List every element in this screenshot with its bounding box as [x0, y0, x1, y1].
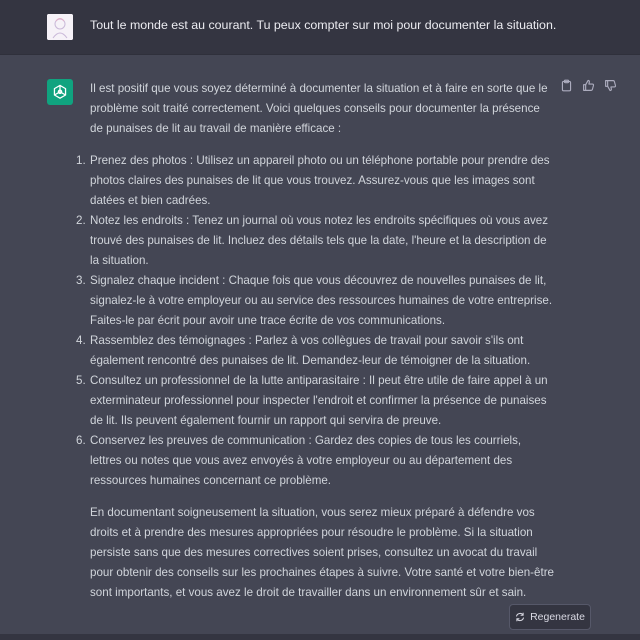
- regenerate-button[interactable]: Regenerate: [509, 604, 591, 630]
- message-actions: [560, 79, 617, 92]
- user-avatar: [47, 14, 73, 40]
- list-item: 2. Notez les endroits : Tenez un journal …: [76, 214, 549, 267]
- openai-logo-icon: [53, 84, 67, 99]
- user-avatar-icon: [47, 14, 73, 40]
- refresh-icon: [516, 612, 524, 622]
- clipboard-icon[interactable]: [560, 79, 573, 92]
- thumbs-up-icon[interactable]: [582, 79, 595, 92]
- regenerate-label: Regenerate: [530, 611, 585, 623]
- list-item: 3. Signalez chaque incident : Chaque fois…: [76, 274, 553, 327]
- assistant-message: Il est positif que vous soyez déterminé …: [76, 79, 555, 603]
- assistant-avatar: [47, 79, 73, 105]
- list-item: 6. Conservez les preuves de communication…: [76, 434, 522, 487]
- list-item: 4. Rassemblez des témoignages : Parlez à …: [76, 334, 531, 367]
- thumbs-down-icon[interactable]: [604, 79, 617, 92]
- bottom-bar: [0, 634, 640, 640]
- assistant-conclusion: En documentant soigneusement la situatio…: [90, 506, 555, 599]
- list-item: 1. Prenez des photos : Utilisez un appare…: [76, 154, 550, 207]
- user-message-row: Tout le monde est au courant. Tu peux co…: [0, 0, 640, 55]
- tips-list: 1. Prenez des photos : Utilisez un appare…: [76, 151, 555, 491]
- assistant-intro: Il est positif que vous soyez déterminé …: [90, 82, 548, 135]
- user-message-text: Tout le monde est au courant. Tu peux co…: [90, 18, 557, 32]
- list-item: 5. Consultez un professionnel de la lutte…: [76, 374, 548, 427]
